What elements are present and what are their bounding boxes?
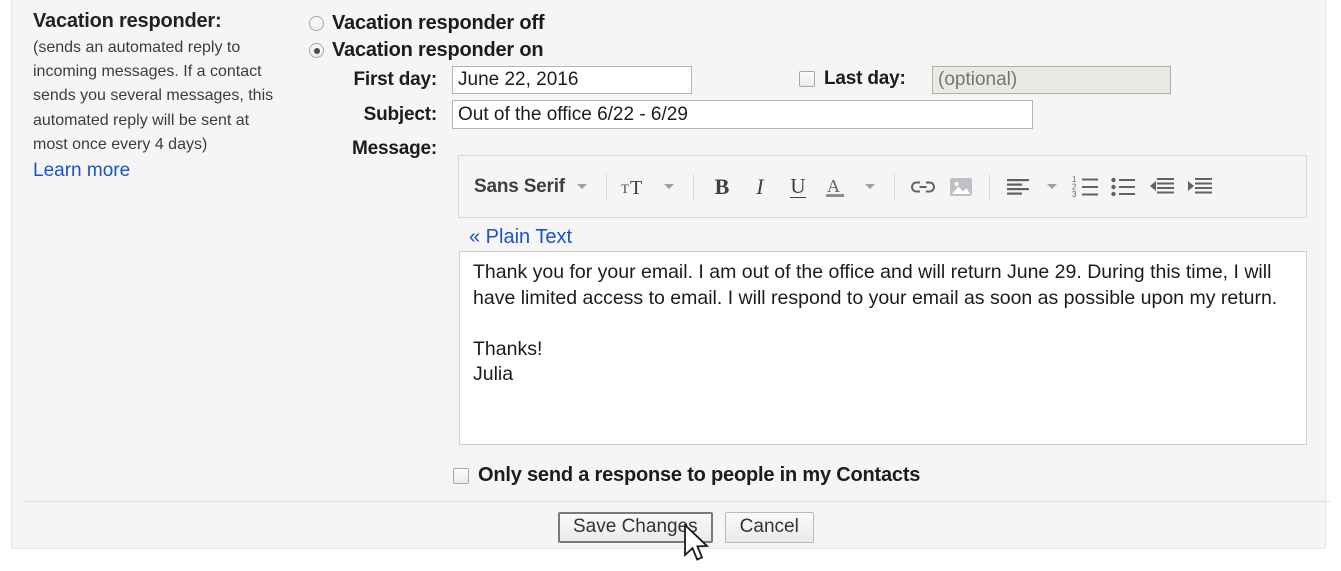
last-day-checkbox[interactable] (799, 71, 815, 87)
bulleted-list-icon (1110, 175, 1138, 199)
last-day-label[interactable]: Last day: (824, 68, 906, 90)
settings-panel: Vacation responder: (sends an automated … (11, 0, 1330, 549)
bulleted-list-button[interactable] (1105, 169, 1143, 205)
italic-button[interactable]: I (741, 169, 779, 205)
font-family-dropdown[interactable]: Sans Serif (474, 170, 597, 204)
radio-row-responder-on[interactable]: Vacation responder on (309, 39, 544, 62)
text-color-icon: A (817, 169, 855, 205)
message-body-text: Thank you for your email. I am out of th… (473, 261, 1278, 385)
radio-responder-off[interactable] (309, 16, 324, 31)
radio-responder-on[interactable] (309, 43, 324, 58)
toolbar-divider (692, 173, 694, 200)
font-size-icon: T T (616, 169, 654, 205)
text-color-dropdown[interactable]: A (817, 170, 885, 204)
chevron-down-icon (864, 184, 875, 189)
toolbar-divider (605, 173, 607, 200)
numbered-list-button[interactable]: 1 2 3 (1067, 169, 1105, 205)
svg-text:3: 3 (1072, 190, 1077, 199)
contacts-only-checkbox[interactable] (453, 467, 469, 484)
subject-label: Subject: (363, 104, 438, 125)
last-day-group[interactable]: Last day: (799, 68, 906, 90)
contacts-only-label[interactable]: Only send a response to people in my Con… (478, 464, 920, 487)
font-family-value: Sans Serif (474, 175, 565, 197)
indent-icon (1186, 175, 1214, 199)
toolbar-divider (988, 173, 990, 200)
italic-icon: I (756, 173, 764, 199)
chevron-down-icon (1046, 184, 1057, 189)
cancel-button[interactable]: Cancel (724, 512, 814, 543)
save-changes-button[interactable]: Save Changes (558, 512, 713, 543)
outdent-icon (1148, 175, 1176, 199)
image-icon (948, 175, 974, 199)
bold-icon: B (714, 173, 730, 199)
insert-link-button[interactable] (904, 169, 942, 205)
svg-text:T: T (630, 177, 642, 198)
font-size-dropdown[interactable]: T T (616, 170, 684, 204)
subject-input[interactable] (452, 100, 1033, 129)
plain-text-link[interactable]: « Plain Text (469, 226, 572, 249)
svg-text:T: T (621, 181, 629, 196)
radio-row-responder-off[interactable]: Vacation responder off (309, 12, 545, 35)
message-body-editor[interactable]: Thank you for your email. I am out of th… (459, 251, 1307, 445)
underline-button[interactable]: U (779, 169, 817, 205)
footer-buttons: Save Changes Cancel (558, 512, 814, 543)
numbered-list-icon: 1 2 3 (1071, 175, 1101, 199)
message-label: Message: (352, 138, 437, 159)
bold-button[interactable]: B (703, 169, 741, 205)
align-dropdown[interactable] (999, 170, 1067, 204)
indent-button[interactable] (1181, 169, 1219, 205)
underline-icon: U (790, 173, 806, 199)
vacation-responder-settings-page: Vacation responder: (sends an automated … (0, 0, 1341, 569)
chevron-down-icon (576, 184, 587, 189)
first-day-input[interactable] (452, 66, 692, 94)
toolbar-divider (893, 173, 895, 200)
radio-label-responder-on[interactable]: Vacation responder on (332, 39, 544, 62)
last-day-input[interactable] (932, 66, 1171, 94)
link-icon (908, 176, 938, 198)
outdent-button[interactable] (1143, 169, 1181, 205)
first-day-label: First day: (353, 69, 437, 90)
align-left-icon (999, 169, 1037, 205)
svg-text:A: A (827, 176, 840, 196)
radio-label-responder-off[interactable]: Vacation responder off (332, 12, 545, 35)
chevron-down-icon (663, 184, 674, 189)
contacts-only-row[interactable]: Only send a response to people in my Con… (453, 464, 920, 487)
learn-more-link[interactable]: Learn more (33, 158, 130, 184)
footer-divider (24, 501, 1330, 502)
page-title: Vacation responder: (33, 10, 222, 32)
rich-text-toolbar: Sans Serif T T B I U A 1 2 3 (458, 155, 1307, 218)
insert-image-button[interactable] (942, 169, 980, 205)
